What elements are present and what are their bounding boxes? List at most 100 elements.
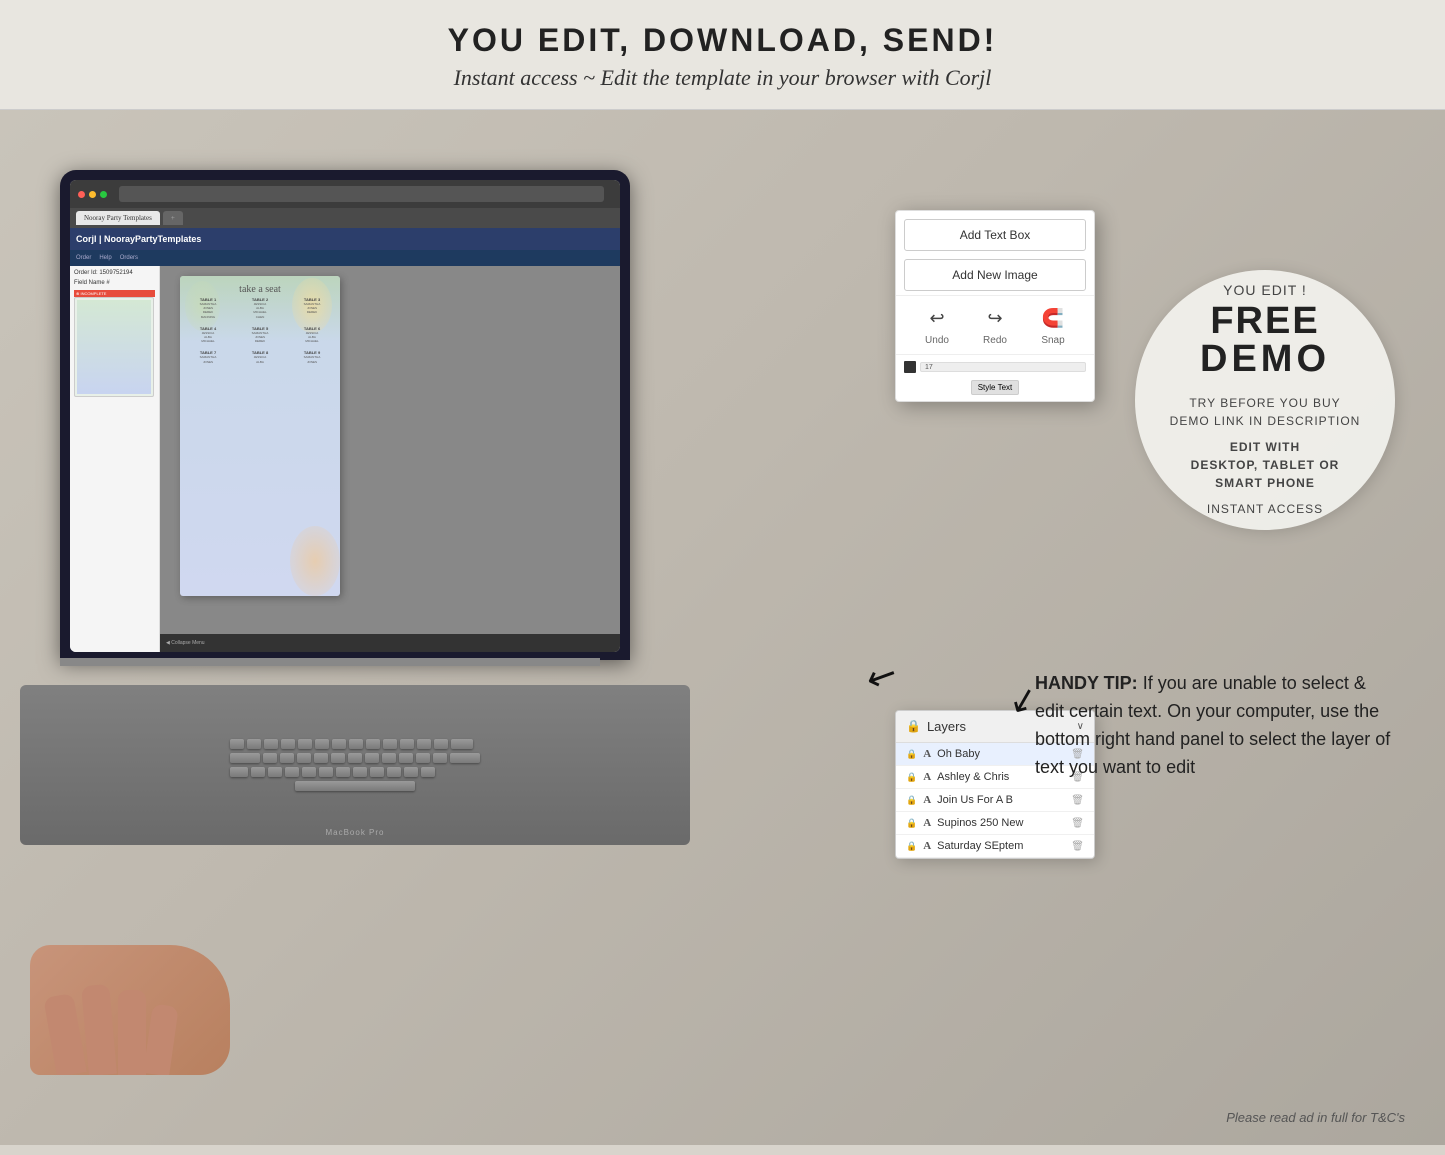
layer-name-supinos: Supinos 250 New (937, 817, 1065, 829)
popup-tools: ↩ Undo ↪ Redo 🧲 Snap (896, 295, 1094, 354)
handy-tip-text: HANDY TIP: If you are unable to select &… (1035, 670, 1395, 782)
key (348, 753, 362, 763)
style-text-button[interactable]: Style Text (904, 377, 1086, 395)
key (387, 767, 401, 777)
key (383, 739, 397, 749)
key (319, 767, 333, 777)
incomplete-badge: ⊗ INCOMPLETE (74, 290, 155, 297)
add-text-box-button[interactable]: Add Text Box (904, 219, 1086, 251)
top-banner: YOU EDIT, DOWNLOAD, SEND! Instant access… (0, 0, 1445, 110)
color-swatch[interactable] (904, 361, 916, 373)
snap-label: Snap (1041, 335, 1064, 346)
key (366, 739, 380, 749)
undo-tool[interactable]: ↩ Undo (923, 304, 951, 346)
key (450, 753, 480, 763)
thumbnail-content (77, 300, 151, 394)
key (417, 739, 431, 749)
demo-line-2: DEMO LINK IN DESCRIPTION (1170, 412, 1361, 430)
layer-lock-icon: 🔒 (906, 749, 917, 760)
key (298, 739, 312, 749)
key (332, 739, 346, 749)
corjl-sidebar: Order Id: 1509752194 Field Name # ⊗ INCO… (70, 266, 160, 652)
table-names: SAMANTHAJONES (184, 355, 232, 363)
layer-delete-icon[interactable]: 🗑 (1071, 841, 1084, 852)
table-section: TABLE 9 SAMANTHAJONES (288, 350, 336, 363)
demo-line-1: TRY BEFORE YOU BUY (1189, 394, 1340, 412)
layer-delete-icon[interactable]: 🗑 (1071, 795, 1084, 806)
macbook-label: MacBook Pro (325, 828, 384, 837)
corjl-main: Order Id: 1509752194 Field Name # ⊗ INCO… (70, 266, 620, 652)
undo-label: Undo (925, 335, 949, 346)
key (416, 753, 430, 763)
seating-chart-title: take a seat (180, 284, 340, 295)
laptop-bezel: Nooray Party Templates + Corjl | NoorayP… (60, 170, 630, 660)
corjl-thumbnail[interactable] (74, 297, 154, 397)
table-section: TABLE 6 JESSICAALBAMICHAEL (288, 326, 336, 344)
order-id: Order Id: 1509752194 (74, 270, 155, 276)
layer-type-indicator: A (923, 748, 931, 760)
key (268, 767, 282, 777)
laptop-keyboard: MacBook Pro (20, 685, 690, 845)
layer-item-join-us[interactable]: 🔒 A Join Us For A B 🗑 (896, 789, 1094, 812)
main-content: Nooray Party Templates + Corjl | NoorayP… (0, 110, 1445, 1145)
corjl-nav-help: Help (99, 255, 111, 261)
table-section: TABLE 2 JESSICAALBAMICHAELCHEN (236, 297, 284, 319)
demo-line-4: DESKTOP, TABLET OR (1191, 456, 1340, 474)
key (302, 767, 316, 777)
key (230, 767, 248, 777)
key (315, 739, 329, 749)
corjl-canvas[interactable]: take a seat TABLE 1 SAMANTHAJONESDEREKMA… (160, 266, 620, 652)
layer-lock-icon: 🔒 (906, 772, 917, 783)
corjl-nav-item: Order (76, 255, 91, 261)
free-demo-circle: YOU EDIT ! FREE DEMO TRY BEFORE YOU BUY … (1135, 270, 1395, 530)
demo-demo-text: DEMO (1200, 340, 1330, 378)
demo-line-6: INSTANT ACCESS (1207, 500, 1323, 518)
seating-tables: TABLE 1 SAMANTHAJONESDEREKMANNING TABLE … (180, 297, 340, 367)
layer-delete-icon[interactable]: 🗑 (1071, 818, 1084, 829)
demo-line-3: EDIT WITH (1230, 438, 1300, 456)
url-bar[interactable] (119, 186, 604, 202)
handy-tip-section: HANDY TIP: If you are unable to select &… (1035, 670, 1395, 782)
key (349, 739, 363, 749)
key (433, 753, 447, 763)
layers-lock-icon: 🔒 (906, 719, 921, 734)
corjl-popup-panel: Add Text Box Add New Image ↩ Undo ↪ Redo… (895, 210, 1095, 402)
text-edit-controls: 17 Style Text (896, 354, 1094, 401)
redo-tool[interactable]: ↪ Redo (981, 304, 1009, 346)
key (263, 753, 277, 763)
collapse-menu[interactable]: ◀ Collapse Menu (166, 640, 205, 646)
font-size-input[interactable]: 17 (920, 362, 1086, 372)
layer-item-saturday[interactable]: 🔒 A Saturday SEptem 🗑 (896, 835, 1094, 858)
layer-name-join-us: Join Us For A B (937, 794, 1065, 806)
window-minimize-dot (89, 191, 96, 198)
key (281, 739, 295, 749)
key (404, 767, 418, 777)
key (285, 767, 299, 777)
table-names: SAMANTHAJONES (288, 355, 336, 363)
key (434, 739, 448, 749)
arrow-to-popup: ↙ (859, 651, 904, 702)
browser-tab-inactive[interactable]: + (163, 211, 183, 225)
disclaimer-text: Please read ad in full for T&C's (1226, 1110, 1405, 1125)
browser-tabs: Nooray Party Templates + (70, 208, 620, 228)
layer-lock-icon: 🔒 (906, 818, 917, 829)
demo-you-edit-text: YOU EDIT ! (1223, 282, 1307, 298)
hand-area (30, 945, 250, 1085)
add-new-image-button[interactable]: Add New Image (904, 259, 1086, 291)
corjl-logo: Corjl | NoorayPartyTemplates (76, 234, 201, 244)
layer-type-indicator: A (923, 794, 931, 806)
layer-item-supinos[interactable]: 🔒 A Supinos 250 New 🗑 (896, 812, 1094, 835)
laptop: Nooray Party Templates + Corjl | NoorayP… (20, 170, 670, 950)
key (314, 753, 328, 763)
snap-tool[interactable]: 🧲 Snap (1039, 304, 1067, 346)
main-title: YOU EDIT, DOWNLOAD, SEND! (0, 22, 1445, 59)
key (264, 739, 278, 749)
redo-label: Redo (983, 335, 1007, 346)
key (251, 767, 265, 777)
layer-name-saturday: Saturday SEptem (937, 840, 1065, 852)
demo-free-text: FREE (1210, 302, 1319, 340)
browser-tab-active[interactable]: Nooray Party Templates (76, 211, 160, 225)
table-names: JESSICAALBAMICHAELCHEN (236, 302, 284, 319)
table-names: SAMANTHAJONESDEREK (288, 302, 336, 315)
key (331, 753, 345, 763)
